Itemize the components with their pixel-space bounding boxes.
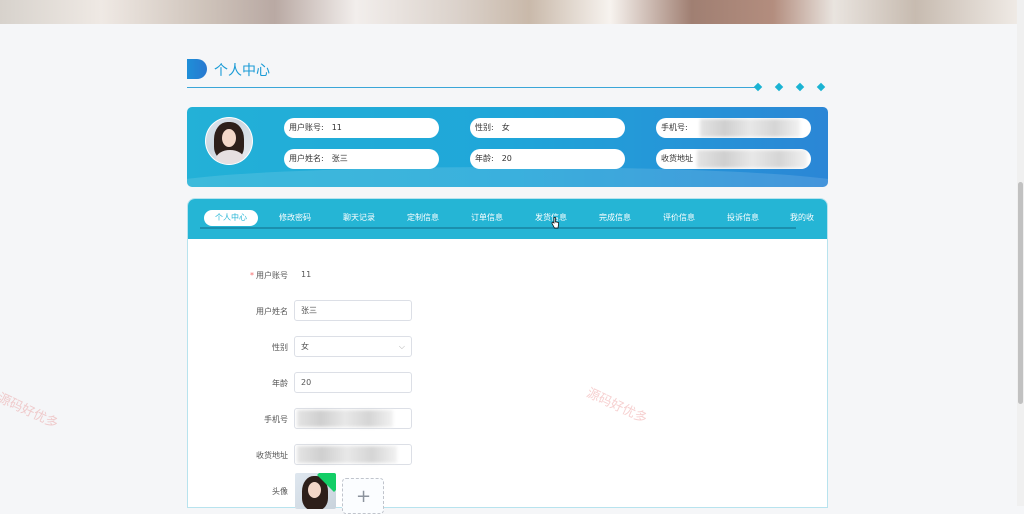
diamond-icon bbox=[816, 82, 826, 92]
page-scrollbar[interactable] bbox=[1017, 0, 1024, 506]
profile-age: 年龄: 20 bbox=[470, 149, 625, 169]
tab-change-password[interactable]: 修改密码 bbox=[268, 210, 322, 226]
profile-phone: 手机号: bbox=[656, 118, 811, 138]
tab-bar: 个人中心 修改密码 聊天记录 定制信息 订单信息 发货信息 完成信息 评价信息 … bbox=[188, 199, 827, 239]
page-title: 个人中心 bbox=[214, 63, 270, 79]
top-banner-image bbox=[0, 0, 1017, 24]
title-divider bbox=[187, 87, 756, 88]
address-input[interactable] bbox=[294, 444, 412, 465]
phone-input[interactable] bbox=[294, 408, 412, 429]
redacted-address-field bbox=[297, 446, 397, 463]
tab-order-info[interactable]: 订单信息 bbox=[460, 210, 514, 226]
profile-gender: 性别: 女 bbox=[470, 118, 625, 138]
chevron-down-icon: ⌵ bbox=[398, 342, 405, 351]
redacted-phone bbox=[699, 118, 800, 137]
tab-underline bbox=[200, 227, 796, 229]
tab-my-favorites[interactable]: 我的收 bbox=[780, 210, 827, 226]
avatar-thumbnail[interactable] bbox=[295, 473, 336, 509]
tab-completed-info[interactable]: 完成信息 bbox=[588, 210, 642, 226]
profile-name: 用户姓名: 张三 bbox=[284, 149, 439, 169]
redacted-address bbox=[697, 149, 807, 168]
avatar bbox=[205, 117, 253, 165]
scrollbar-thumb[interactable] bbox=[1018, 182, 1023, 404]
upload-button[interactable]: + bbox=[342, 478, 384, 514]
name-label: 用户姓名 bbox=[256, 307, 288, 316]
tab-complaint-info[interactable]: 投诉信息 bbox=[716, 210, 770, 226]
tab-custom-info[interactable]: 定制信息 bbox=[396, 210, 450, 226]
diamond-icon bbox=[795, 82, 805, 92]
profile-account: 用户账号: 11 bbox=[284, 118, 439, 138]
name-input[interactable]: 张三 bbox=[294, 300, 412, 321]
page-header: 个人中心 bbox=[187, 58, 827, 92]
profile-tabs-panel: 个人中心 修改密码 聊天记录 定制信息 订单信息 发货信息 完成信息 评价信息 … bbox=[187, 198, 828, 508]
avatar-label: 头像 bbox=[272, 487, 288, 496]
phone-label: 手机号 bbox=[264, 415, 288, 424]
tab-personal-center[interactable]: 个人中心 bbox=[204, 210, 258, 226]
redacted-phone-field bbox=[297, 410, 393, 427]
age-label: 年龄 bbox=[272, 379, 288, 388]
gender-label: 性别 bbox=[272, 343, 288, 352]
hand-cursor-icon bbox=[551, 217, 559, 229]
plus-icon: + bbox=[356, 486, 372, 507]
gender-select[interactable]: 女 ⌵ bbox=[294, 336, 412, 357]
diamond-icon bbox=[774, 82, 784, 92]
account-label: * 用户账号 bbox=[250, 271, 288, 280]
watermark: 源码好优多 bbox=[0, 390, 61, 432]
profile-address: 收货地址 bbox=[656, 149, 811, 169]
tab-chat-records[interactable]: 聊天记录 bbox=[332, 210, 386, 226]
age-input[interactable]: 20 bbox=[294, 372, 412, 393]
gender-value: 女 bbox=[301, 342, 309, 351]
diamond-icon bbox=[753, 82, 763, 92]
tab-review-info[interactable]: 评价信息 bbox=[652, 210, 706, 226]
account-value: 11 bbox=[301, 270, 312, 279]
title-marker-icon bbox=[187, 59, 207, 79]
address-label: 收货地址 bbox=[256, 451, 288, 460]
profile-summary-card: 用户账号: 11 性别: 女 手机号: 用户姓名: 张三 年龄: 20 收货地址 bbox=[187, 107, 828, 187]
